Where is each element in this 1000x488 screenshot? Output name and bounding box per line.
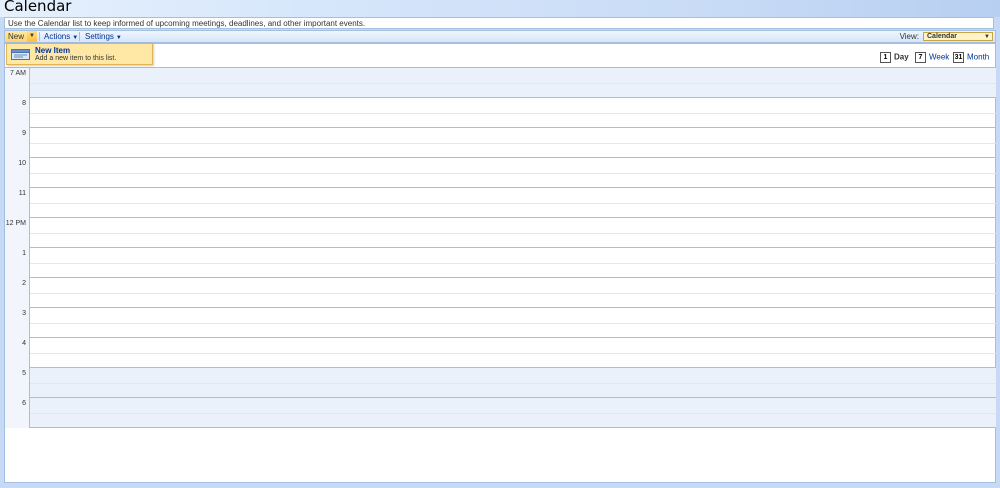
week-calendar-icon: 7	[915, 52, 926, 63]
half-hour-line	[30, 353, 996, 354]
half-hour-line	[30, 173, 996, 174]
new-item-title: New Item	[35, 46, 71, 55]
hour-label: 8	[5, 98, 30, 128]
actions-label: Actions	[44, 32, 71, 41]
hour-label: 11	[5, 188, 30, 218]
settings-label: Settings	[85, 32, 114, 41]
half-hour-line	[30, 293, 996, 294]
actions-chevron-down-icon: ▼	[72, 35, 79, 41]
hour-slot[interactable]: 7 AM	[5, 68, 996, 98]
hour-label: 1	[5, 248, 30, 278]
hour-slot[interactable]: 12 PM	[5, 218, 996, 248]
half-hour-line	[30, 203, 996, 204]
week-view-link[interactable]: 7 Week	[915, 52, 949, 63]
view-label: View:	[899, 32, 919, 41]
hour-label: 12 PM	[5, 218, 30, 248]
half-hour-line	[30, 383, 996, 384]
view-chevron-down-icon: ▼	[984, 34, 990, 40]
hour-slot[interactable]: 3	[5, 308, 996, 338]
hour-slot[interactable]: 9	[5, 128, 996, 158]
new-item-icon	[11, 49, 30, 60]
new-button[interactable]: New	[5, 31, 28, 42]
hour-slot[interactable]: 5	[5, 368, 996, 398]
title-bar: Calendar	[0, 0, 1000, 17]
hour-label: 9	[5, 128, 30, 158]
day-label: Day	[894, 52, 909, 62]
hour-slot[interactable]: 10	[5, 158, 996, 188]
half-hour-line	[30, 233, 996, 234]
new-item-menu[interactable]: New Item Add a new item to this list.	[6, 43, 153, 65]
month-view-link[interactable]: 31 Month	[953, 52, 989, 63]
hour-slot[interactable]: 8	[5, 98, 996, 128]
hour-slot[interactable]: 4	[5, 338, 996, 368]
new-item-description: Add a new item to this list.	[35, 55, 117, 62]
half-hour-line	[30, 323, 996, 324]
hour-label: 6	[5, 398, 30, 428]
hour-label: 5	[5, 368, 30, 398]
half-hour-line	[30, 113, 996, 114]
hour-slot[interactable]: 2	[5, 278, 996, 308]
month-calendar-icon: 31	[953, 52, 964, 63]
half-hour-line	[30, 83, 996, 84]
view-select-value: Calendar	[927, 33, 957, 40]
day-view-link[interactable]: 1 Day	[880, 52, 909, 63]
hour-slot[interactable]: 6	[5, 398, 996, 428]
toolbar-divider	[79, 32, 80, 41]
week-label: Week	[929, 52, 950, 62]
list-description: Use the Calendar list to keep informed o…	[4, 17, 994, 29]
new-dropdown-arrow-icon[interactable]: ▼	[27, 31, 37, 42]
day-calendar-icon: 1	[880, 52, 891, 63]
page-title: Calendar	[4, 0, 72, 15]
hour-label: 3	[5, 308, 30, 338]
hour-slot[interactable]: 11	[5, 188, 996, 218]
toolbar: New ▼ Actions ▼ Settings ▼ View: Calendar …	[4, 30, 996, 43]
half-hour-line	[30, 143, 996, 144]
hour-label: 2	[5, 278, 30, 308]
hour-label: 4	[5, 338, 30, 368]
hour-slot[interactable]: 1	[5, 248, 996, 278]
day-view-grid: 7 AM 8 9 10 11 12 PM 1 2 3 4 5 6	[5, 67, 996, 432]
toolbar-divider	[39, 32, 40, 41]
hour-label: 10	[5, 158, 30, 188]
month-label: Month	[967, 52, 990, 62]
half-hour-line	[30, 413, 996, 414]
hour-label: 7 AM	[5, 68, 30, 98]
half-hour-line	[30, 263, 996, 264]
settings-chevron-down-icon: ▼	[115, 35, 122, 41]
view-select[interactable]: Calendar ▼	[923, 32, 993, 41]
